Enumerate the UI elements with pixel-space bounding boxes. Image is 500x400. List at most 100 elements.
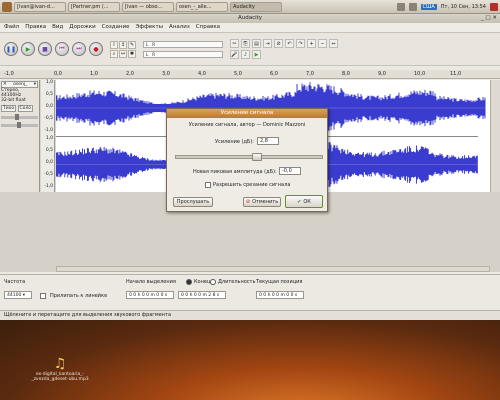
gain-input[interactable]: 2,8 xyxy=(257,137,279,145)
solo-button[interactable]: Соло xyxy=(17,105,34,112)
play-at-speed-icon[interactable]: ▶ xyxy=(252,50,261,59)
zoom-in-icon[interactable]: + xyxy=(307,39,316,48)
zoom-tool-icon[interactable]: ⌕ xyxy=(110,49,118,58)
scale-label: 0,5 xyxy=(45,92,53,97)
task-3[interactable]: [ivan — obso... xyxy=(122,1,174,12)
silence-icon[interactable]: ⊘ xyxy=(274,39,283,48)
preview-button[interactable]: Прослушать xyxy=(173,197,213,207)
track-format: Стерео, 44100Hz xyxy=(1,88,22,98)
toolbar: ❚❚ ▶ ■ ⏮ ⏭ ● I ↕ ✎ ⌕ ↔ ✱ LR LR ✂ ⎘ ▤ ⇥ ⊘… xyxy=(0,32,500,66)
desktop-file[interactable]: ♫ ex-digital_kantoaria_-_zvezda_gdeset-u… xyxy=(30,356,90,382)
peak-input[interactable]: -0,0 xyxy=(279,167,301,175)
window-title: Audacity xyxy=(237,15,263,21)
edit-toolbar: ✂ ⎘ ▤ ⇥ ⊘ ↶ ↷ + − ⇔ 🎤 ♪ ▶ xyxy=(230,39,338,59)
timeline-ruler[interactable]: -1,0 0,0 1,0 2,0 3,0 4,0 5,0 6,0 7,0 8,0… xyxy=(0,70,500,79)
amplitude-scale: 1,0 0,5 0,0 -0,5 -1,0 1,0 0,5 0,0 -0,5 -… xyxy=(41,80,55,192)
horizontal-scrollbar[interactable] xyxy=(56,266,490,272)
window-controls[interactable]: _ □ ✕ xyxy=(481,14,497,23)
draw-tool-icon[interactable]: ✎ xyxy=(128,40,136,49)
pause-button[interactable]: ❚❚ xyxy=(4,42,18,56)
record-meter[interactable]: LR xyxy=(143,50,223,58)
meters: LR LR xyxy=(143,40,223,58)
position-label: Текущая позиция xyxy=(256,279,303,285)
title-bar[interactable]: Audacity _ □ ✕ xyxy=(0,14,500,23)
scale-label: -1,0 xyxy=(44,128,53,133)
length-radio[interactable] xyxy=(210,279,216,285)
clock[interactable]: Пт, 10 Сен, 13:54 xyxy=(441,4,486,10)
zoom-out-icon[interactable]: − xyxy=(318,39,327,48)
menu-view[interactable]: Вид xyxy=(52,24,63,31)
scale-label: -0,5 xyxy=(44,172,53,177)
pan-slider[interactable] xyxy=(1,122,38,128)
fit-icon[interactable]: ⇔ xyxy=(329,39,338,48)
keyboard-layout[interactable]: США xyxy=(420,3,437,10)
network-icon[interactable] xyxy=(396,2,405,11)
gain-slider[interactable] xyxy=(1,114,38,120)
status-text: Щёлкните и перетащите для выделения звук… xyxy=(4,312,172,318)
desktop-file-label: ex-digital_kantoaria_-_zvezda_gdeset-ubu… xyxy=(31,372,89,382)
task-2[interactable]: [Partner.pm (... xyxy=(68,1,120,12)
play-button[interactable]: ▶ xyxy=(21,42,35,56)
vertical-scrollbar[interactable] xyxy=(490,80,500,192)
task-5[interactable]: Audacity xyxy=(230,1,282,12)
copy-icon[interactable]: ⎘ xyxy=(241,39,250,48)
gain-slider-track[interactable] xyxy=(175,153,323,161)
paste-icon[interactable]: ▤ xyxy=(252,39,261,48)
selection-toolbar: Частота 44100 ▾ Прилипать к линейке Нача… xyxy=(0,274,500,308)
menu-effects[interactable]: Эффекты xyxy=(136,24,164,31)
menu-help[interactable]: Справка xyxy=(196,24,220,31)
playback-meter[interactable]: LR xyxy=(143,40,223,48)
ruler-tick: 1,0 xyxy=(90,71,98,77)
dialog-title[interactable]: Усиление сигнала xyxy=(167,109,327,118)
clip-checkbox[interactable] xyxy=(205,182,211,188)
track-name-menu[interactable]: ✕ osenj_ ▾ xyxy=(1,81,38,88)
rate-label: Частота xyxy=(4,279,26,285)
track-close-icon[interactable]: ✕ xyxy=(3,82,7,87)
gain-slider-thumb[interactable] xyxy=(251,153,262,161)
task-4[interactable]: osen_-_alle... xyxy=(176,1,228,12)
snap-checkbox[interactable] xyxy=(40,293,46,299)
start-time-field[interactable]: 0 0 h 0 0 m 0 0 s xyxy=(126,291,174,299)
timeshift-tool-icon[interactable]: ↔ xyxy=(119,49,127,58)
ok-button[interactable]: ✔ ОК xyxy=(285,195,323,208)
trim-icon[interactable]: ⇥ xyxy=(263,39,272,48)
length-label: Длительность xyxy=(218,279,256,285)
end-radio[interactable] xyxy=(186,279,192,285)
system-tray: США Пт, 10 Сен, 13:54 xyxy=(396,2,498,11)
start-label: Начало выделения xyxy=(126,279,176,285)
envelope-tool-icon[interactable]: ↕ xyxy=(119,40,127,49)
mute-button[interactable]: Тихо xyxy=(1,105,17,112)
rate-select[interactable]: 44100 ▾ xyxy=(4,291,32,299)
stop-button[interactable]: ■ xyxy=(38,42,52,56)
menu-tracks[interactable]: Дорожки xyxy=(69,24,95,31)
skip-start-button[interactable]: ⏮ xyxy=(55,42,69,56)
ruler-tick: 11,0 xyxy=(450,71,462,77)
menu-analyze[interactable]: Анализ xyxy=(169,24,190,31)
volume-icon[interactable] xyxy=(408,2,417,11)
power-icon[interactable] xyxy=(490,2,498,11)
track-bits: 32-bit float xyxy=(1,98,26,103)
cut-icon[interactable]: ✂ xyxy=(230,39,239,48)
menu-generate[interactable]: Создание xyxy=(102,24,130,31)
ruler-tick: 8,0 xyxy=(342,71,350,77)
speaker-icon[interactable]: ♪ xyxy=(241,50,250,59)
selection-tool-icon[interactable]: I xyxy=(110,40,118,49)
cancel-button[interactable]: ⊘ Отменить xyxy=(243,197,281,207)
ruler-tick: 9,0 xyxy=(378,71,386,77)
end-time-field[interactable]: 0 0 h 0 0 m 2 8 s xyxy=(178,291,226,299)
task-1[interactable]: [ivan@ivan-d... xyxy=(14,1,66,12)
scale-label: 0,0 xyxy=(45,160,53,165)
menu-file[interactable]: Файл xyxy=(4,24,19,31)
position-time-field[interactable]: 0 0 h 0 0 m 0 0 s xyxy=(256,291,304,299)
menu-edit[interactable]: Правка xyxy=(25,24,46,31)
undo-icon[interactable]: ↶ xyxy=(285,39,294,48)
record-button[interactable]: ● xyxy=(89,42,103,56)
amplify-dialog: Усиление сигнала Усиление сигнала, автор… xyxy=(166,108,328,212)
mic-icon[interactable]: 🎤 xyxy=(230,50,239,59)
redo-icon[interactable]: ↷ xyxy=(296,39,305,48)
multi-tool-icon[interactable]: ✱ xyxy=(128,49,136,58)
ruler-tick: 3,0 xyxy=(162,71,170,77)
app-menu-icon[interactable] xyxy=(2,1,12,12)
skip-end-button[interactable]: ⏭ xyxy=(72,42,86,56)
status-bar: Щёлкните и перетащите для выделения звук… xyxy=(0,310,500,320)
